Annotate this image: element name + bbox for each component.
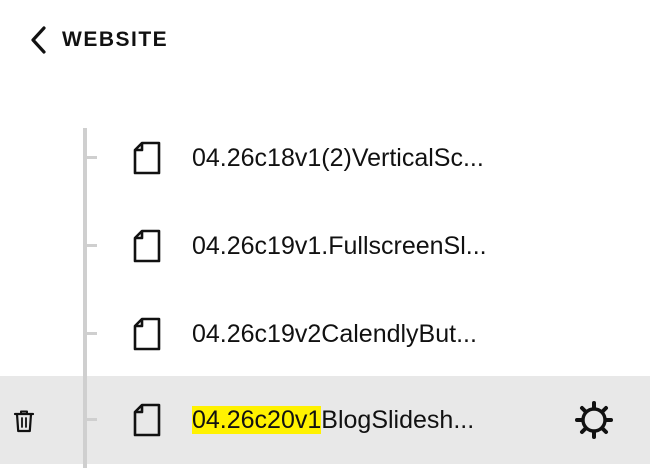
chevron-left-icon [31,26,46,54]
trash-icon[interactable] [12,408,36,434]
tree-connector [87,156,97,159]
page-row-label: 04.26c20v1BlogSlidesh... [192,404,474,436]
tree-line [83,128,87,468]
page-row[interactable]: 04.26c18v1(2)VerticalSc... [0,114,650,202]
gear-icon[interactable] [574,400,614,440]
page-row-label: 04.26c18v1(2)VerticalSc... [192,144,484,172]
header-title: WEBSITE [62,28,169,51]
tree-connector [87,418,97,421]
tree-connector [87,244,97,247]
page-icon [133,403,161,437]
page-row-label-rest: BlogSlidesh... [321,406,475,434]
search-match-highlight: 04.26c20v1 [192,406,322,434]
page-row[interactable]: 04.26c19v1.FullscreenSl... [0,202,650,290]
tree-connector [87,332,97,335]
page-icon [133,229,161,263]
page-row[interactable]: 04.26c19v2CalendlyBut... [0,290,650,378]
page-tree: 04.26c18v1(2)VerticalSc... 04.26c19v1.Fu… [0,114,650,468]
page-icon [133,141,161,175]
page-icon [133,317,161,351]
page-row-selected[interactable]: 04.26c20v1BlogSlidesh... [0,376,650,464]
page-row-label: 04.26c19v2CalendlyBut... [192,320,477,348]
page-row-label: 04.26c19v1.FullscreenSl... [192,232,487,260]
back-to-website-link[interactable]: WEBSITE [26,22,168,58]
